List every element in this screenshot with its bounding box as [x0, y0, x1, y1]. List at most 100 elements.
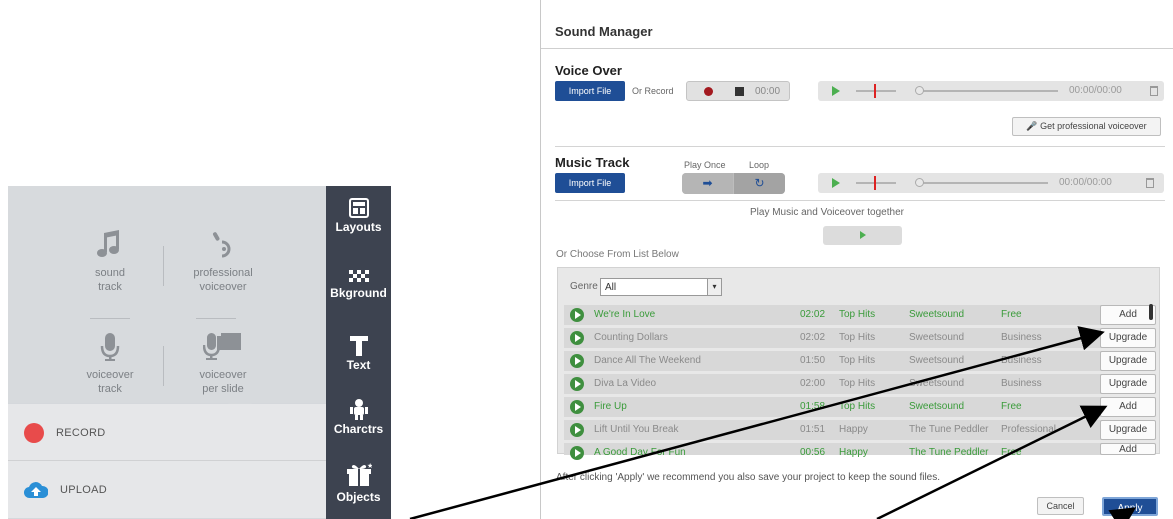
play-track-icon[interactable]	[570, 400, 584, 414]
seek-handle[interactable]	[915, 86, 924, 95]
stop-icon[interactable]	[735, 87, 744, 96]
music-import-button[interactable]: Import File	[555, 173, 625, 193]
play-icon[interactable]	[832, 86, 840, 96]
record-dot-icon[interactable]	[704, 87, 713, 96]
text-t-icon	[349, 336, 368, 356]
play-once-label: Play Once	[684, 160, 726, 170]
record-icon	[24, 422, 44, 443]
seek-handle[interactable]	[915, 178, 924, 187]
or-record-label: Or Record	[632, 86, 674, 96]
sound-manager-dialog: Sound Manager Voice Over Import File Or …	[540, 0, 1173, 519]
add-track-button[interactable]: Add	[1100, 397, 1156, 417]
track-row[interactable]: Dance All The Weekend 01:50 Top Hits Sweets…	[564, 351, 1104, 371]
track-time: 02:02	[800, 309, 826, 320]
track-genre: Top Hits	[839, 309, 876, 320]
tool-text[interactable]: Text	[326, 336, 391, 372]
track-artist: The Tune Peddler	[909, 447, 989, 458]
tool-characters[interactable]: Charctrs	[326, 398, 391, 436]
tool-characters-label: Charctrs	[333, 422, 384, 436]
volume-handle[interactable]	[874, 176, 876, 190]
upgrade-track-button[interactable]: Upgrade	[1100, 420, 1156, 440]
tool-objects-label: Objects	[336, 490, 381, 504]
tool-background[interactable]: Bkground	[326, 270, 391, 300]
character-icon	[349, 399, 368, 420]
sound-track-option[interactable]: sound track	[45, 230, 175, 294]
voice-import-button[interactable]: Import File	[555, 81, 625, 101]
track-row[interactable]: Lift Until You Break 01:51 Happy The Tune P…	[564, 420, 1104, 440]
play-together-label: Play Music and Voiceover together	[750, 207, 904, 218]
track-artist: Sweetsound	[909, 309, 965, 320]
genre-value: All	[605, 282, 617, 293]
professional-voiceover-option[interactable]: professional voiceover	[158, 230, 288, 294]
menu-divider	[196, 318, 236, 319]
play-track-icon[interactable]	[570, 446, 584, 460]
track-title: Diva La Video	[594, 378, 657, 389]
play-icon[interactable]	[832, 178, 840, 188]
track-title: We're In Love	[594, 309, 656, 320]
professional-voiceover-label-2: voiceover	[199, 281, 247, 293]
tool-layouts-label: Layouts	[335, 220, 382, 234]
section-divider	[555, 146, 1165, 147]
play-track-icon[interactable]	[570, 308, 584, 322]
tool-layouts[interactable]: Layouts	[326, 198, 391, 234]
voiceover-track-label-1: voiceover	[86, 369, 134, 381]
professional-voiceover-label-1: professional	[193, 267, 253, 279]
track-title: Counting Dollars	[594, 332, 668, 343]
track-row[interactable]: Counting Dollars 02:02 Top Hits Sweetsound B…	[564, 328, 1104, 348]
play-track-icon[interactable]	[570, 354, 584, 368]
side-toolbar: Layouts Bkground Text Charctrs ★ Objects	[326, 186, 391, 519]
track-title: Lift Until You Break	[594, 424, 679, 435]
track-artist: Sweetsound	[909, 378, 965, 389]
play-track-icon[interactable]	[570, 331, 584, 345]
get-professional-voiceover-button[interactable]: 🎤 Get professional voiceover	[1012, 117, 1161, 136]
play-once-toggle[interactable]: ➡	[682, 173, 733, 194]
upload-button[interactable]: UPLOAD	[8, 461, 326, 518]
tool-objects[interactable]: ★ Objects	[326, 462, 391, 504]
section-divider	[555, 200, 1165, 201]
track-genre: Happy	[839, 424, 868, 435]
voiceover-per-slide-option[interactable]: voiceover per slide	[158, 332, 288, 396]
play-icon	[860, 231, 866, 239]
microphone-icon: 🎤	[1026, 121, 1038, 131]
apply-button[interactable]: Apply	[1102, 497, 1158, 516]
music-track-title: Music Track	[555, 155, 630, 170]
trash-icon[interactable]	[1146, 178, 1154, 188]
track-row[interactable]: Diva La Video 02:00 Top Hits Sweetsound Busi…	[564, 374, 1104, 394]
track-genre: Top Hits	[839, 378, 876, 389]
chevron-down-icon: ▾	[707, 279, 721, 295]
list-scrollbar[interactable]	[1149, 304, 1153, 320]
upgrade-track-button[interactable]: Upgrade	[1100, 374, 1156, 394]
track-time: 02:02	[800, 332, 826, 343]
track-row[interactable]: We're In Love 02:02 Top Hits Sweetsound Free	[564, 305, 1104, 325]
voiceover-track-option[interactable]: voiceover track	[45, 332, 175, 396]
play-track-icon[interactable]	[570, 423, 584, 437]
get-professional-label: Get professional voiceover	[1040, 121, 1147, 131]
track-row[interactable]: Fire Up 01:58 Top Hits Sweetsound Free	[564, 397, 1104, 417]
cancel-button[interactable]: Cancel	[1037, 497, 1084, 515]
track-license: Business	[1001, 355, 1042, 366]
add-track-button[interactable]: Add	[1100, 305, 1156, 325]
genre-label: Genre	[570, 281, 598, 292]
play-track-icon[interactable]	[570, 377, 584, 391]
loop-toggle[interactable]: ↻	[734, 173, 785, 194]
track-time: 01:51	[800, 424, 826, 435]
add-track-button[interactable]: Add	[1100, 443, 1156, 455]
seek-track[interactable]	[918, 182, 1048, 184]
sound-track-label-1: sound	[95, 267, 125, 279]
track-genre: Top Hits	[839, 355, 876, 366]
track-license: Free	[1001, 401, 1022, 412]
upgrade-track-button[interactable]: Upgrade	[1100, 351, 1156, 371]
track-artist: The Tune Peddler	[909, 424, 989, 435]
track-row[interactable]: A Good Day For Fun 00:56 Happy The Tune Ped…	[564, 443, 1104, 460]
music-note-icon	[97, 230, 119, 257]
upgrade-track-button[interactable]: Upgrade	[1100, 328, 1156, 348]
seek-track[interactable]	[918, 90, 1058, 92]
genre-select[interactable]: All ▾	[600, 278, 722, 296]
play-together-button[interactable]	[823, 226, 902, 245]
track-title: A Good Day For Fun	[594, 447, 686, 458]
trash-icon[interactable]	[1150, 86, 1158, 96]
voiceover-per-slide-label-2: per slide	[202, 383, 244, 395]
play-mode-toggle: ➡ ↻	[682, 173, 785, 194]
volume-handle[interactable]	[874, 84, 876, 98]
record-button[interactable]: RECORD	[8, 404, 326, 461]
